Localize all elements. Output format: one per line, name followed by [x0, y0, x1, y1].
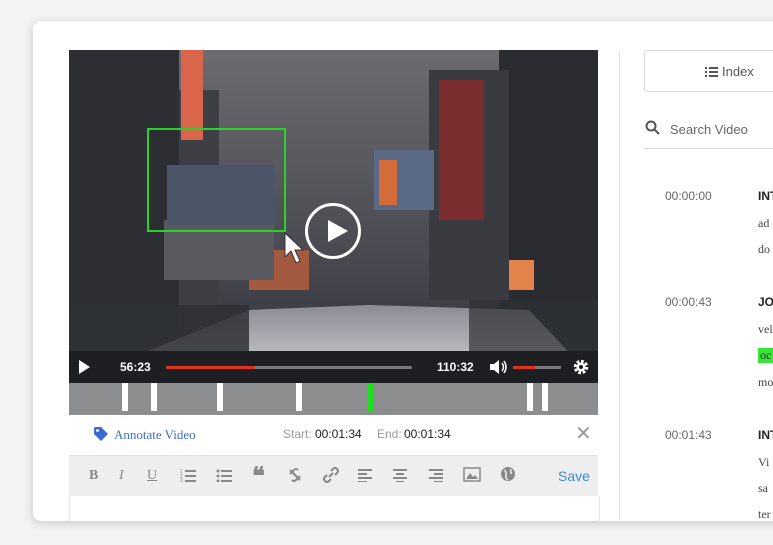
index-label: Index [722, 64, 754, 79]
align-left-icon[interactable] [358, 468, 372, 482]
start-label: Start: [283, 427, 312, 441]
volume-icon[interactable] [489, 359, 509, 375]
annotation-marker-active[interactable] [368, 383, 374, 411]
save-button[interactable]: Save [558, 468, 590, 484]
image-icon[interactable] [463, 467, 481, 482]
seek-bar-progress [166, 366, 255, 369]
transcript-timestamp[interactable]: 00:00:00 [665, 189, 712, 203]
transcript-text: ad [758, 216, 770, 230]
video-annotation-card: 56:23 110:32 Annotate Video Start: 00:01… [33, 21, 773, 521]
text-editor-toolbar: B I U 1 2 3 ❝ Save [69, 455, 598, 496]
transcript-text: mo [758, 375, 773, 389]
annotation-marker[interactable] [527, 383, 533, 411]
blockquote-icon[interactable]: ❝ [252, 462, 265, 491]
bold-button[interactable]: B [89, 468, 98, 484]
current-time: 56:23 [120, 360, 151, 374]
play-icon[interactable] [79, 360, 90, 374]
annotation-marker[interactable] [217, 383, 223, 411]
annotation-marker[interactable] [296, 383, 302, 411]
settings-gear-icon[interactable] [572, 358, 590, 376]
unlink-icon[interactable] [287, 467, 303, 483]
underline-button[interactable]: U [147, 468, 157, 484]
start-time-value[interactable]: 00:01:34 [315, 427, 362, 441]
annotation-marker[interactable] [542, 383, 548, 411]
end-label: End: [377, 427, 402, 441]
transcript-text: sa [758, 481, 768, 495]
annotate-video-link[interactable]: Annotate Video [114, 427, 196, 443]
link-icon[interactable] [323, 467, 339, 483]
transcript-text: ter [758, 507, 771, 521]
video-controls-bar: 56:23 110:32 [69, 351, 598, 383]
video-player[interactable]: 56:23 110:32 [69, 50, 598, 383]
volume-slider[interactable] [513, 366, 561, 369]
panel-divider [619, 50, 620, 520]
align-center-icon[interactable] [393, 468, 407, 482]
transcript-timestamp[interactable]: 00:01:43 [665, 428, 712, 442]
transcript-text: Vi [758, 455, 770, 469]
seek-bar[interactable] [166, 366, 412, 369]
transcript-speaker: INT [758, 189, 773, 203]
annotate-row: Annotate Video Start: 00:01:34 End: 00:0… [69, 415, 598, 455]
transcript-text: do [758, 242, 770, 256]
search-video-field[interactable]: Search Video [644, 113, 773, 149]
annotation-text-editor[interactable] [69, 496, 600, 521]
mouse-cursor-icon [284, 231, 305, 264]
bullet-list-icon[interactable] [216, 468, 232, 482]
search-icon [645, 120, 660, 135]
annotation-markers-strip[interactable] [69, 383, 598, 415]
annotation-marker[interactable] [151, 383, 157, 411]
close-icon[interactable]: ✕ [575, 421, 592, 446]
play-overlay-button[interactable] [305, 203, 361, 259]
transcript-speaker: JO [758, 295, 773, 309]
annotation-marker[interactable] [122, 383, 128, 411]
tag-icon[interactable] [93, 426, 109, 442]
list-icon [705, 67, 718, 77]
italic-button[interactable]: I [119, 468, 124, 484]
search-placeholder: Search Video [670, 122, 748, 137]
index-button[interactable]: Index [644, 50, 773, 92]
align-right-icon[interactable] [429, 468, 443, 482]
transcript-highlighted-text[interactable]: oc [758, 348, 773, 363]
transcript-speaker: INT [758, 428, 773, 442]
ordered-list-icon[interactable]: 1 2 3 [180, 468, 196, 482]
transcript-text: vel [758, 322, 773, 336]
annotation-region-box[interactable] [147, 128, 286, 232]
volume-level [513, 366, 535, 369]
duration: 110:32 [437, 360, 474, 374]
globe-icon[interactable] [500, 466, 516, 482]
end-time-value[interactable]: 00:01:34 [404, 427, 451, 441]
svg-text:3: 3 [180, 478, 183, 482]
transcript-timestamp[interactable]: 00:00:43 [665, 295, 712, 309]
